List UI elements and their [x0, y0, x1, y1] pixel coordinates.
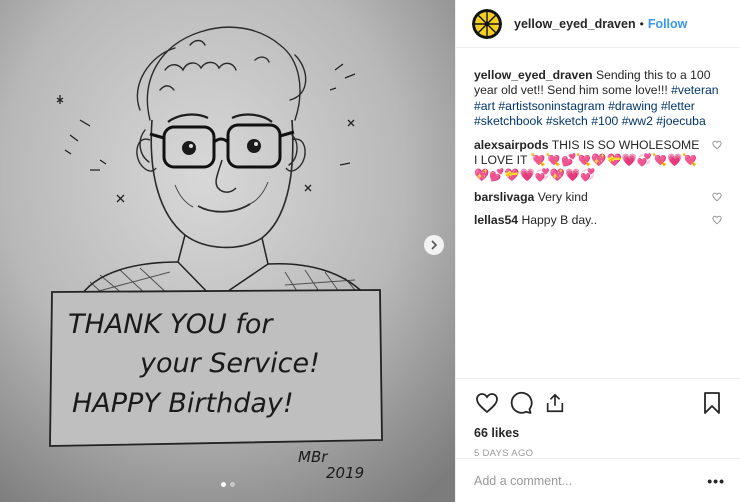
comments-list: yellow_eyed_draven Sending this to a 100… — [456, 48, 740, 231]
heart-outline-icon — [712, 215, 722, 225]
comment-username[interactable]: alexsairpods — [474, 138, 549, 152]
sign-line-3: HAPPY Birthday! — [72, 388, 294, 419]
like-comment-button[interactable] — [712, 192, 724, 207]
chevron-right-icon — [431, 240, 438, 250]
comment-text: Happy B day.. — [521, 213, 598, 228]
post-caption: yellow_eyed_draven Sending this to a 100… — [474, 68, 724, 130]
avatar[interactable] — [472, 8, 502, 39]
save-button[interactable] — [699, 390, 725, 416]
next-image-button[interactable] — [424, 235, 444, 255]
add-comment-bar: ••• — [456, 458, 740, 502]
heart-icon — [476, 393, 498, 414]
carousel-dot — [229, 482, 235, 487]
bookmark-icon — [704, 392, 720, 414]
comment-input[interactable] — [474, 473, 708, 488]
like-comment-button[interactable] — [712, 140, 724, 155]
comment-username[interactable]: barslivaga — [474, 190, 534, 204]
post-sidebar: yellow_eyed_draven • Follow yellow_eyed_… — [455, 0, 740, 502]
post-image[interactable]: THANK YOU for your Service! HAPPY Birthd… — [0, 0, 455, 502]
comment-icon — [510, 391, 533, 414]
post-actions: 66 likes 5 DAYS AGO — [456, 378, 740, 459]
drawing-image: THANK YOU for your Service! HAPPY Birthd… — [0, 0, 455, 502]
likes-count[interactable]: 66 likes — [474, 426, 725, 440]
follow-button[interactable]: Follow — [648, 17, 688, 31]
share-icon — [546, 393, 564, 413]
action-icons — [474, 386, 725, 420]
carousel-dot-active — [220, 482, 226, 487]
like-button[interactable] — [474, 390, 500, 416]
header-username[interactable]: yellow_eyed_draven — [514, 17, 636, 31]
share-button[interactable] — [542, 390, 568, 416]
heart-outline-icon — [712, 192, 722, 202]
separator-dot: • — [639, 16, 644, 31]
caption-username[interactable]: yellow_eyed_draven — [474, 68, 593, 82]
sign-line-2: your Service! — [139, 348, 320, 379]
comment-button[interactable] — [508, 390, 534, 416]
signature-year: 2019 — [326, 464, 364, 482]
sign-line-1: THANK YOU for — [68, 309, 274, 340]
signature: MBr — [298, 448, 328, 466]
comment-item: alexsairpods THIS IS SO WHOLESOME I LOVE… — [474, 138, 724, 184]
heart-outline-icon — [712, 140, 722, 150]
more-options-button[interactable]: ••• — [707, 473, 725, 489]
comment-item: lellas54 Happy B day.. — [474, 213, 724, 230]
comment-item: barslivaga Very kind — [474, 190, 724, 207]
comment-username[interactable]: lellas54 — [474, 213, 518, 227]
comment-text: Very kind — [537, 189, 588, 204]
carousel-indicator — [0, 482, 455, 487]
post-header: yellow_eyed_draven • Follow — [456, 0, 740, 48]
like-comment-button[interactable] — [712, 215, 724, 230]
